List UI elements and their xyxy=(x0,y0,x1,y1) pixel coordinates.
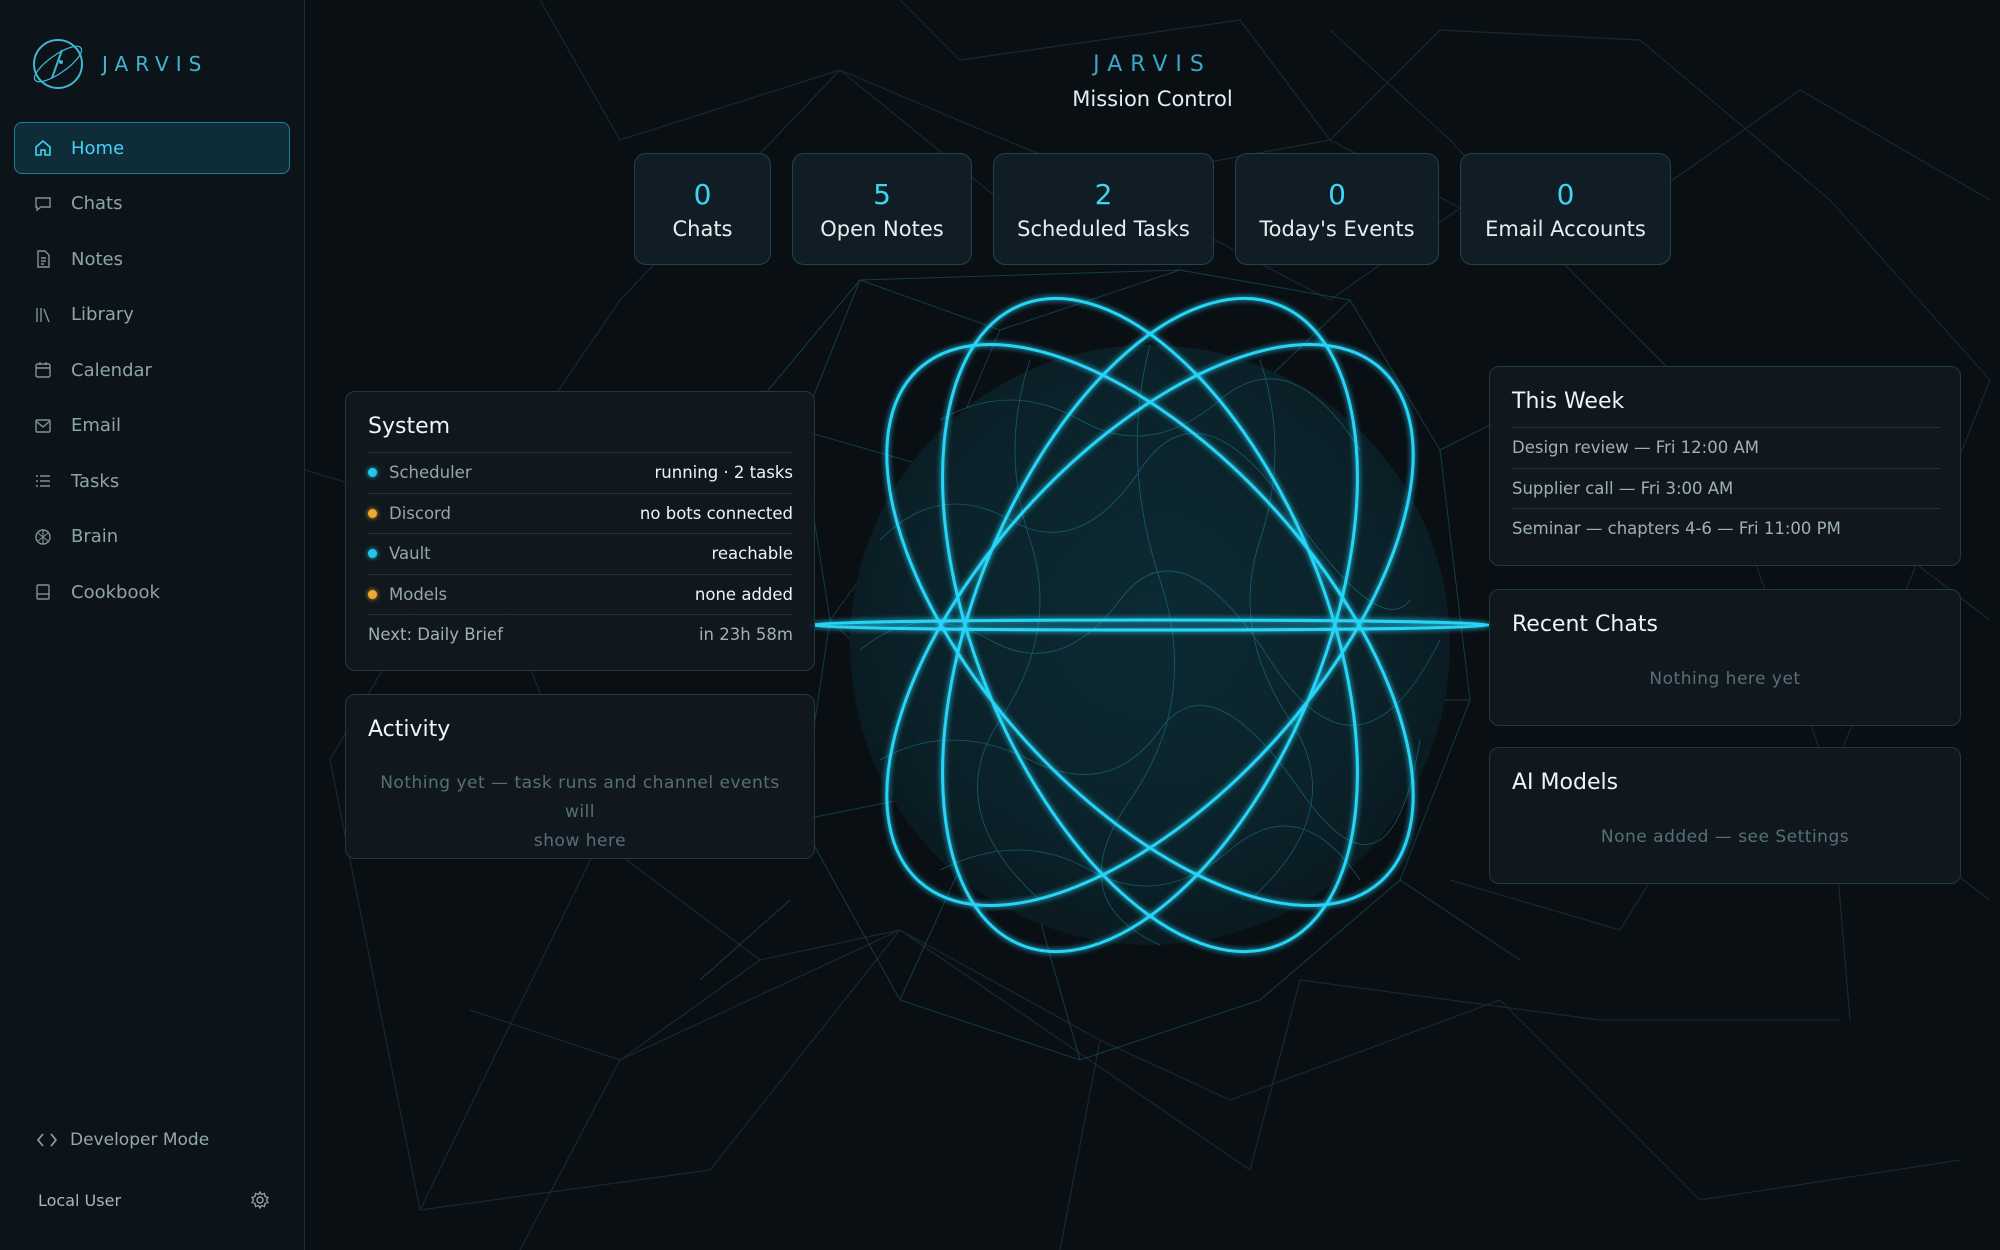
page-header: JARVIS Mission Control xyxy=(305,52,2000,111)
system-panel: System Scheduler running · 2 tasks Disco… xyxy=(345,391,815,671)
sidebar-item-cookbook[interactable]: Cookbook xyxy=(14,566,290,618)
sidebar-item-label: Tasks xyxy=(71,470,120,492)
status-row-discord: Discord no bots connected xyxy=(368,492,793,534)
library-icon xyxy=(36,307,50,322)
home-icon xyxy=(35,139,51,156)
stat-open-notes[interactable]: 5 Open Notes xyxy=(792,153,972,265)
next-scheduled-row: Next: Daily Brief in 23h 58m xyxy=(368,614,793,655)
sidebar-item-label: Library xyxy=(71,304,134,325)
sidebar-item-home[interactable]: Home xyxy=(14,122,290,174)
sidebar-nav: Home Chats Notes Library Calendar Email … xyxy=(14,122,290,622)
status-row-vault: Vault reachable xyxy=(368,533,793,574)
page-title: Mission Control xyxy=(1072,87,1233,111)
system-title: System xyxy=(368,414,451,439)
stat-value: 0 xyxy=(693,178,712,211)
status-value: reachable xyxy=(711,544,793,564)
status-value: running · 2 tasks xyxy=(654,463,793,483)
status-value: no bots connected xyxy=(639,503,793,523)
developer-mode-label: Developer Mode xyxy=(70,1130,210,1150)
next-label: Next: Daily Brief xyxy=(368,625,503,645)
status-value: none added xyxy=(694,584,793,604)
sidebar-item-label: Calendar xyxy=(71,359,152,381)
week-event[interactable]: Seminar — chapters 4-6 — Fri 11:00 PM xyxy=(1512,508,1940,549)
stat-label: Scheduled Tasks xyxy=(1017,217,1190,241)
developer-mode-toggle[interactable]: Developer Mode xyxy=(36,1130,209,1150)
status-dot-icon xyxy=(368,508,377,518)
system-status-list: Scheduler running · 2 tasks Discord no b… xyxy=(368,452,793,655)
stat-chats[interactable]: 0 Chats xyxy=(634,153,771,265)
sidebar-item-label: Home xyxy=(71,137,125,159)
sidebar-item-label: Notes xyxy=(71,248,123,270)
ai-models-panel: AI Models None added — see Settings xyxy=(1489,747,1961,884)
sidebar-item-label: Brain xyxy=(71,526,119,547)
stat-label: Chats xyxy=(672,217,733,241)
ai-models-title: AI Models xyxy=(1512,770,1619,795)
stat-value: 2 xyxy=(1094,178,1113,211)
week-event[interactable]: Supplier call — Fri 3:00 AM xyxy=(1512,467,1940,509)
mail-icon xyxy=(35,418,51,433)
code-brackets-icon xyxy=(36,1133,58,1147)
status-row-models: Models none added xyxy=(368,573,793,615)
this-week-title: This Week xyxy=(1512,389,1625,414)
sidebar-item-calendar[interactable]: Calendar xyxy=(14,344,290,396)
recent-chats-title: Recent Chats xyxy=(1512,612,1658,637)
status-key: Vault xyxy=(389,544,431,564)
user-name: Local User xyxy=(38,1190,122,1210)
sidebar-item-library[interactable]: Library xyxy=(14,289,290,341)
sidebar: JARVIS Home Chats Notes Library Calendar… xyxy=(0,0,305,1250)
activity-empty-line: show here xyxy=(533,831,627,851)
next-value: in 23h 58m xyxy=(698,625,793,645)
sidebar-item-label: Cookbook xyxy=(71,581,160,603)
calendar-icon xyxy=(35,362,51,378)
user-row: Local User xyxy=(38,1190,270,1210)
sidebar-item-chats[interactable]: Chats xyxy=(14,178,290,230)
sidebar-item-label: Email xyxy=(71,415,121,436)
sidebar-item-email[interactable]: Email xyxy=(14,400,290,452)
sidebar-item-notes[interactable]: Notes xyxy=(14,233,290,285)
this-week-panel: This Week Design review — Fri 12:00 AM S… xyxy=(1489,366,1961,566)
sidebar-item-label: Chats xyxy=(71,193,123,214)
sidebar-item-tasks[interactable]: Tasks xyxy=(14,455,290,507)
week-event-list: Design review — Fri 12:00 AM Supplier ca… xyxy=(1512,427,1940,549)
week-event[interactable]: Design review — Fri 12:00 AM xyxy=(1512,427,1940,468)
stat-value: 0 xyxy=(1328,178,1346,211)
stat-todays-events[interactable]: 0 Today's Events xyxy=(1235,153,1439,265)
status-dot-icon xyxy=(368,468,377,478)
status-key: Scheduler xyxy=(389,463,472,483)
status-dot-icon xyxy=(368,589,377,599)
recent-chats-panel: Recent Chats Nothing here yet xyxy=(1489,589,1961,726)
status-key: Models xyxy=(389,584,448,604)
notes-icon xyxy=(37,250,50,268)
brand-name: JARVIS xyxy=(102,52,209,76)
status-key: Discord xyxy=(389,503,452,523)
brand[interactable]: JARVIS xyxy=(28,36,208,92)
gear-icon[interactable] xyxy=(250,1190,270,1210)
header-brand: JARVIS xyxy=(1093,52,1212,77)
stat-label: Email Accounts xyxy=(1485,217,1646,241)
status-dot-icon xyxy=(368,549,377,559)
jarvis-logo-icon xyxy=(33,39,83,89)
activity-panel: Activity Nothing yet — task runs and cha… xyxy=(345,694,815,859)
stat-scheduled-tasks[interactable]: 2 Scheduled Tasks xyxy=(993,153,1214,265)
chat-icon xyxy=(35,196,51,211)
activity-empty-line: Nothing yet — task runs and channel even… xyxy=(380,773,780,822)
activity-title: Activity xyxy=(368,717,451,742)
brain-icon xyxy=(35,528,51,545)
stat-label: Today's Events xyxy=(1259,217,1415,241)
tasks-icon xyxy=(36,475,50,487)
stat-value: 5 xyxy=(873,178,891,211)
stat-label: Open Notes xyxy=(820,217,944,241)
status-row-scheduler: Scheduler running · 2 tasks xyxy=(368,452,793,493)
stat-email-accounts[interactable]: 0 Email Accounts xyxy=(1460,153,1671,265)
sidebar-item-brain[interactable]: Brain xyxy=(14,511,290,563)
activity-empty-state: Nothing yet — task runs and channel even… xyxy=(366,769,794,856)
stat-value: 0 xyxy=(1556,178,1575,211)
recent-chats-empty-state: Nothing here yet xyxy=(1649,669,1801,689)
cookbook-icon xyxy=(36,584,50,600)
ai-models-empty-state: None added — see Settings xyxy=(1600,827,1850,847)
